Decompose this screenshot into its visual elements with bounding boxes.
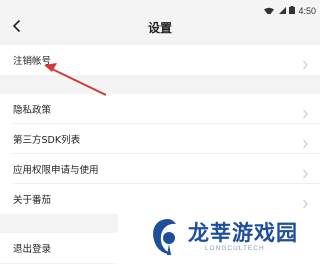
watermark: 龙莘游戏园 LONGCULTECH [118,212,320,264]
page-title: 设置 [147,21,172,35]
settings-row-about[interactable]: 关于番茄 [0,184,320,214]
chevron-right-icon [302,194,308,213]
settings-row-label: 关于番茄 [13,195,52,206]
chevron-right-icon [302,104,308,123]
settings-row-app-permissions[interactable]: 应用权限申请与使用 [0,154,320,184]
settings-row-label: 应用权限申请与使用 [13,165,99,176]
settings-group-info: 隐私政策 第三方SDK列表 应用权限申请与使用 关于番茄 [0,94,320,214]
settings-row-label: 隐私政策 [13,105,52,116]
settings-group-account: 注销帐号 [0,45,320,75]
settings-row-delete-account[interactable]: 注销帐号 [0,45,320,75]
watermark-subtitle: LONGCULTECH [205,245,265,252]
settings-row-privacy-policy[interactable]: 隐私政策 [0,94,320,124]
settings-row-label: 退出登录 [13,244,52,255]
chevron-right-icon [302,134,308,153]
settings-row-label: 注销帐号 [13,56,52,67]
watermark-logo-icon [148,216,182,262]
chevron-right-icon [302,164,308,183]
settings-row-third-party-sdk[interactable]: 第三方SDK列表 [0,124,320,154]
nav-bar: 设置 [0,14,320,40]
settings-row-label: 第三方SDK列表 [13,135,81,146]
status-bar: 4:50 [0,0,320,16]
watermark-title: 龙莘游戏园 [188,221,298,245]
chevron-right-icon [302,55,308,74]
